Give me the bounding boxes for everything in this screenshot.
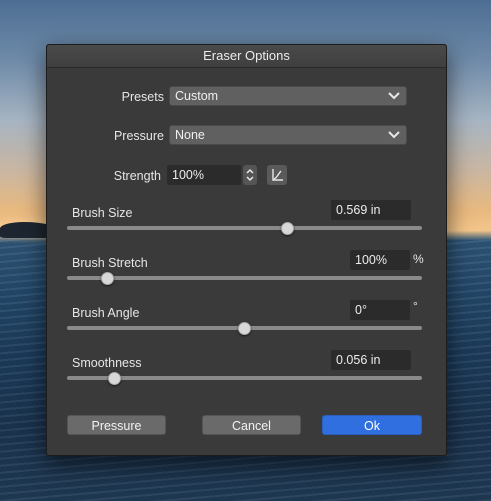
pressure-curve-button[interactable] [267, 165, 287, 185]
brush-size-field[interactable]: 0.569 in [331, 200, 411, 220]
smoothness-thumb[interactable] [108, 372, 122, 385]
presets-dropdown[interactable]: Custom [169, 86, 407, 106]
brush-angle-label: Brush Angle [72, 306, 140, 320]
smoothness-field[interactable]: 0.056 in [331, 350, 411, 370]
brush-stretch-thumb[interactable] [101, 272, 115, 285]
strength-stepper[interactable] [243, 165, 257, 185]
brush-stretch-unit: % [413, 252, 424, 266]
brush-size-label: Brush Size [72, 206, 133, 220]
strength-field[interactable]: 100% [167, 165, 241, 185]
brush-stretch-track[interactable] [67, 276, 422, 280]
presets-value: Custom [175, 89, 219, 103]
brush-angle-unit: ° [413, 299, 418, 313]
brush-angle-thumb[interactable] [238, 322, 251, 335]
brush-angle-field[interactable]: 0° [350, 300, 410, 320]
brush-stretch-field[interactable]: 100% [350, 250, 410, 270]
brush-size-thumb[interactable] [280, 222, 294, 235]
pressure-curve-icon [272, 169, 283, 181]
cancel-button[interactable]: Cancel [202, 415, 301, 435]
presets-label: Presets [121, 90, 164, 104]
brush-size-track[interactable] [67, 226, 422, 230]
pressure-dropdown[interactable]: None [169, 125, 407, 145]
brush-stretch-label: Brush Stretch [72, 256, 148, 270]
eraser-options-dialog: Eraser Options Presets Custom Pressure N… [46, 44, 447, 456]
stepper-icon [246, 168, 254, 182]
ok-button[interactable]: Ok [322, 415, 422, 435]
pressure-button[interactable]: Pressure [67, 415, 166, 435]
dialog-title: Eraser Options [47, 45, 446, 68]
pressure-label: Pressure [113, 129, 164, 143]
pressure-value: None [175, 128, 205, 142]
strength-label: Strength [113, 169, 161, 183]
chevron-down-icon [388, 131, 400, 139]
chevron-down-icon [388, 92, 400, 100]
smoothness-label: Smoothness [72, 356, 142, 370]
